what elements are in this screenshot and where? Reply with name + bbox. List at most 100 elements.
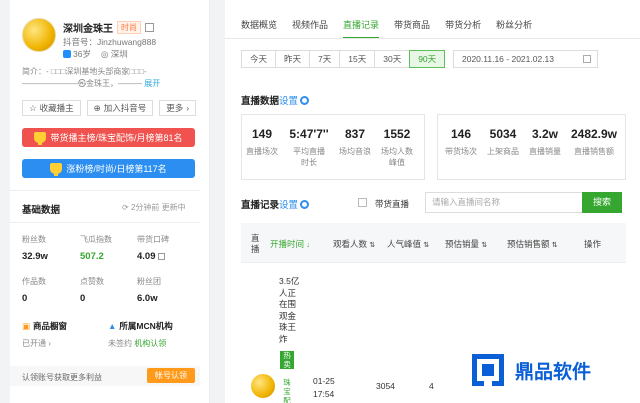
tab-fan-analysis[interactable]: 粉丝分析	[496, 18, 532, 39]
claim-account-button[interactable]: 帐号认领	[147, 368, 195, 383]
add-account-button[interactable]: ⊕ 加入抖音号	[86, 100, 154, 116]
intro-expand-link[interactable]: 展开	[144, 79, 160, 88]
date-range-selector: 今天 昨天 7天 15天 30天 90天	[241, 50, 446, 68]
range-7d[interactable]: 7天	[309, 50, 341, 68]
stat-works: 作品数 0	[22, 277, 46, 304]
location-info: ◎ 深圳	[100, 49, 128, 59]
sort-icon: ⇅	[481, 242, 488, 249]
live-thumbnail[interactable]	[251, 374, 275, 398]
mcn-title: ▲ 所属MCN机构	[108, 321, 173, 331]
gear-icon[interactable]	[300, 96, 310, 105]
profile-name-row: 深圳金珠王 时尚	[63, 20, 154, 35]
stat-fans: 粉丝数 32.9w	[22, 235, 48, 262]
trophy-icon	[50, 163, 63, 176]
rank-badge-sales[interactable]: 带货播主榜/珠宝配饰/月榜第81名	[22, 128, 195, 147]
showcase-status[interactable]: 已开通 ›	[22, 338, 51, 349]
stat-fan-club: 粉丝团 6.0w	[137, 277, 161, 304]
watermark-text: 鼎品软件	[512, 354, 595, 386]
profile-intro: 简介：- □□□深圳基地头部商家□□□- ———————㉿金珠王，——— 展开	[22, 67, 161, 88]
live-search-input[interactable]: 请输入直播间名称	[425, 192, 583, 213]
live-title[interactable]: 3.5亿人正在围观金珠王炸	[279, 276, 301, 345]
live-stats-card: 149 直播场次 5:47'7'' 平均直播时长 837 场均音浪 1552 场均人数峰…	[241, 114, 425, 180]
claim-text: 认领账号获取更多利益	[22, 373, 102, 382]
range-today[interactable]: 今天	[241, 50, 277, 68]
range-15d[interactable]: 15天	[339, 50, 376, 68]
stat-likes: 点赞数 0	[80, 277, 104, 304]
stat-reputation: 带货口碑 4.09	[137, 235, 169, 262]
live-viewers: 3054	[376, 381, 395, 391]
watermark: 鼎品软件	[470, 352, 595, 388]
profile-meta: 36岁 ◎ 深圳	[63, 48, 128, 60]
age-info: 36岁	[63, 48, 91, 60]
records-table-header: 直播 开播时间 ↓ 观看人数 ⇅ 人气峰值 ⇅ 预估销量 ⇅ 预估销售额 ⇅ 操…	[241, 223, 626, 263]
category-tag: 时尚	[117, 21, 141, 34]
update-status: ⟳ 2分钟前 更新中	[122, 203, 186, 212]
col-start-time[interactable]: 开播时间 ↓	[270, 238, 310, 250]
sort-icon: ⇅	[423, 242, 430, 249]
sort-down-icon: ↓	[306, 242, 310, 249]
main-panel: 数据概览 视频作品 直播记录 带货商品 带货分析 粉丝分析 今天 昨天 7天 1…	[225, 0, 640, 403]
tab-products[interactable]: 带货商品	[394, 18, 430, 39]
tab-sales-analysis[interactable]: 带货分析	[445, 18, 481, 39]
sort-icon: ⇅	[551, 242, 558, 249]
account-id: 抖音号：Jinzhuwang888	[63, 37, 157, 47]
date-range-input[interactable]: 2020.11.16 - 2021.02.13	[453, 50, 598, 68]
trophy-icon	[34, 132, 47, 145]
search-button[interactable]: 搜索	[582, 192, 622, 213]
building-icon: ▲	[108, 321, 117, 331]
col-est-revenue[interactable]: 预估销售额 ⇅	[507, 238, 558, 250]
stat-listed-products: 5034 上架商品	[487, 127, 519, 156]
shop-icon: ▣	[22, 320, 31, 331]
col-viewers[interactable]: 观看人数 ⇅	[333, 238, 375, 250]
stat-live-count: 149 直播场次	[246, 127, 278, 156]
sales-stats-card: 146 带货场次 5034 上架商品 3.2w 直播销量 2482.9w 直播销售额	[437, 114, 626, 180]
stat-index: 飞瓜指数 507.2	[80, 235, 112, 262]
stat-live-revenue: 2482.9w 直播销售额	[570, 127, 618, 156]
live-data-title: 直播数据设置	[241, 93, 310, 107]
stat-avg-duration: 5:47'7'' 平均直播时长	[289, 127, 329, 167]
more-button[interactable]: 更多 ›	[159, 100, 197, 116]
gear-icon[interactable]	[300, 200, 310, 209]
tabs-divider	[225, 38, 640, 39]
col-peak[interactable]: 人气峰值 ⇅	[387, 238, 429, 250]
sales-live-label: 带货直播	[375, 199, 410, 209]
category-badge: 珠宝配	[283, 378, 291, 403]
basic-data-title: 基础数据	[22, 205, 61, 216]
records-settings-link[interactable]: 设置	[279, 200, 298, 211]
divider	[10, 190, 200, 191]
profile-actions: ☆ 收藏播主 ⊕ 加入抖音号 更多 ›	[22, 100, 197, 116]
sales-live-checkbox[interactable]	[358, 198, 367, 207]
rank-badge-fans[interactable]: 涨粉榜/时尚/日榜第117名	[22, 159, 195, 178]
live-data-settings-link[interactable]: 设置	[279, 96, 298, 107]
live-records-title: 直播记录设置	[241, 197, 310, 211]
profile-avatar	[22, 18, 56, 52]
col-est-sales[interactable]: 预估销量 ⇅	[445, 238, 487, 250]
hot-badge: 热卖	[280, 351, 294, 369]
col-live: 直播	[251, 233, 260, 254]
main-tabs: 数据概览 视频作品 直播记录 带货商品 带货分析 粉丝分析	[241, 18, 532, 39]
page-root: 深圳金珠王 时尚 抖音号：Jinzhuwang888 36岁 ◎ 深圳 简介：-…	[0, 0, 640, 403]
mcn-status: 未签约 机构认领	[108, 339, 167, 348]
stat-peak-viewers: 1552 场均人数峰值	[381, 127, 413, 167]
flag-icon[interactable]	[145, 23, 154, 32]
range-30d[interactable]: 30天	[374, 50, 411, 68]
range-yesterday[interactable]: 昨天	[275, 50, 311, 68]
live-peak: 4	[429, 381, 434, 391]
live-time: 17:54	[313, 389, 335, 399]
tab-live-records[interactable]: 直播记录	[343, 18, 380, 39]
sort-icon: ⇅	[369, 242, 376, 249]
watermark-logo-icon	[470, 352, 506, 388]
collect-button[interactable]: ☆ 收藏播主	[22, 100, 81, 116]
live-date: 01-25	[313, 376, 335, 386]
range-90d[interactable]: 90天	[409, 50, 446, 68]
tab-overview[interactable]: 数据概览	[241, 18, 277, 39]
col-actions: 操作	[584, 239, 602, 249]
calendar-icon	[583, 55, 591, 63]
verified-icon	[63, 50, 71, 58]
divider	[10, 222, 200, 223]
mcn-claim-link[interactable]: 机构认领	[134, 339, 166, 348]
stat-avg-tips: 837 场均音浪	[339, 127, 371, 156]
stat-live-sales: 3.2w 直播销量	[529, 127, 561, 156]
tab-videos[interactable]: 视频作品	[292, 18, 328, 39]
stat-sales-live-count: 146 带货场次	[445, 127, 477, 156]
